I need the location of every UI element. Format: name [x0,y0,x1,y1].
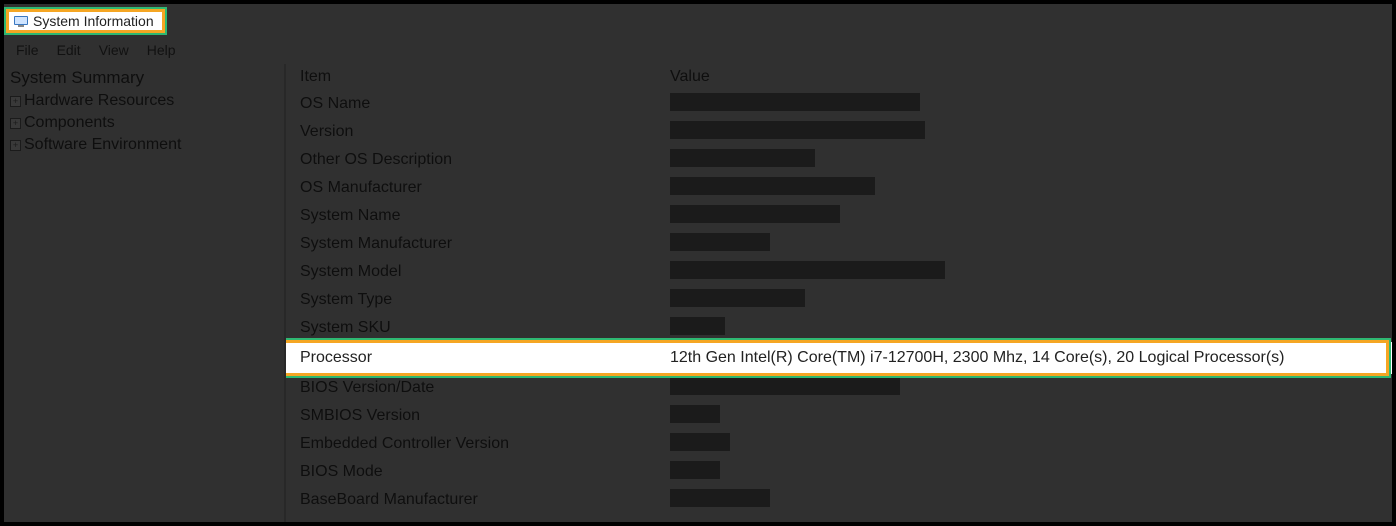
column-header-item[interactable]: Item [286,68,666,86]
row-item-label: SMBIOS Version [286,407,666,425]
row-item-label: System Type [286,291,666,309]
row-item-label: BaseBoard Manufacturer [286,491,666,509]
table-row[interactable]: System Type [286,286,1392,314]
table-row[interactable]: System Model [286,258,1392,286]
redacted-value [670,121,925,139]
redacted-value [670,377,900,395]
rows-container: OS Name Version Other OS Description OS Man… [286,90,1392,514]
row-value [666,461,1392,484]
tree-item-hardware-resources[interactable]: + Hardware Resources [8,90,280,112]
tree-item-label: Components [24,114,115,132]
row-value [666,233,1392,256]
redacted-value [670,261,945,279]
row-item-label: Other OS Description [286,151,666,169]
row-item-label: System Model [286,263,666,281]
table-row[interactable]: Processor12th Gen Intel(R) Core(TM) i7-1… [286,342,1392,374]
row-item-label: Embedded Controller Version [286,435,666,453]
menu-edit[interactable]: Edit [49,40,89,60]
row-value [666,205,1392,228]
redacted-value [670,233,770,251]
redacted-value [670,205,840,223]
client-area: System Summary + Hardware Resources + Co… [4,64,1392,522]
row-value [666,121,1392,144]
menu-view[interactable]: View [91,40,137,60]
column-header-value[interactable]: Value [666,68,1392,86]
table-row[interactable]: BIOS Version/Date [286,374,1392,402]
row-item-label: BIOS Version/Date [286,379,666,397]
redacted-value [670,93,920,111]
row-item-label: Processor [286,349,666,367]
table-row[interactable]: BaseBoard Manufacturer [286,486,1392,514]
row-value [666,261,1392,284]
table-row[interactable]: Other OS Description [286,146,1392,174]
column-headers: Item Value [286,64,1392,90]
titlebar[interactable]: System Information [6,9,165,33]
table-row[interactable]: Version [286,118,1392,146]
details-pane[interactable]: Item Value OS Name Version Other OS Descri… [286,64,1392,522]
menu-file[interactable]: File [8,40,47,60]
table-row[interactable]: SMBIOS Version [286,402,1392,430]
row-value [666,289,1392,312]
menu-help[interactable]: Help [139,40,184,60]
redacted-value [670,177,875,195]
tree-item-label: Hardware Resources [24,92,174,110]
row-value [666,489,1392,512]
tree-item-label: Software Environment [24,136,181,154]
redacted-value [670,461,720,479]
row-item-label: BIOS Mode [286,463,666,481]
row-value [666,149,1392,172]
system-info-icon [13,13,29,29]
menubar: File Edit View Help [6,38,1390,62]
table-row[interactable]: System SKU [286,314,1392,342]
row-value [666,433,1392,456]
redacted-value [670,405,720,423]
redacted-value [670,289,805,307]
table-row[interactable]: System Name [286,202,1392,230]
table-row[interactable]: System Manufacturer [286,230,1392,258]
table-row[interactable]: Embedded Controller Version [286,430,1392,458]
expand-icon[interactable]: + [10,118,21,129]
tree-item-components[interactable]: + Components [8,112,280,134]
row-value: 12th Gen Intel(R) Core(TM) i7-12700H, 23… [666,349,1392,367]
redacted-value [670,433,730,451]
row-item-label: OS Name [286,95,666,113]
expand-icon[interactable]: + [10,140,21,151]
tree-pane[interactable]: System Summary + Hardware Resources + Co… [4,64,286,522]
redacted-value [670,149,815,167]
row-item-label: System Name [286,207,666,225]
redacted-value [670,489,770,507]
row-value [666,377,1392,400]
row-value [666,93,1392,116]
tree-root-system-summary[interactable]: System Summary [8,66,280,90]
row-value [666,177,1392,200]
table-row[interactable]: BIOS Mode [286,458,1392,486]
redacted-value [670,317,725,335]
tree-item-software-environment[interactable]: + Software Environment [8,134,280,156]
row-value [666,405,1392,428]
window-title: System Information [33,13,154,29]
table-row[interactable]: OS Manufacturer [286,174,1392,202]
expand-icon[interactable]: + [10,96,21,107]
row-value [666,317,1392,340]
system-information-window: System Information File Edit View Help S… [0,0,1396,526]
row-item-label: System SKU [286,319,666,337]
row-item-label: Version [286,123,666,141]
row-item-label: System Manufacturer [286,235,666,253]
row-item-label: OS Manufacturer [286,179,666,197]
table-row[interactable]: OS Name [286,90,1392,118]
